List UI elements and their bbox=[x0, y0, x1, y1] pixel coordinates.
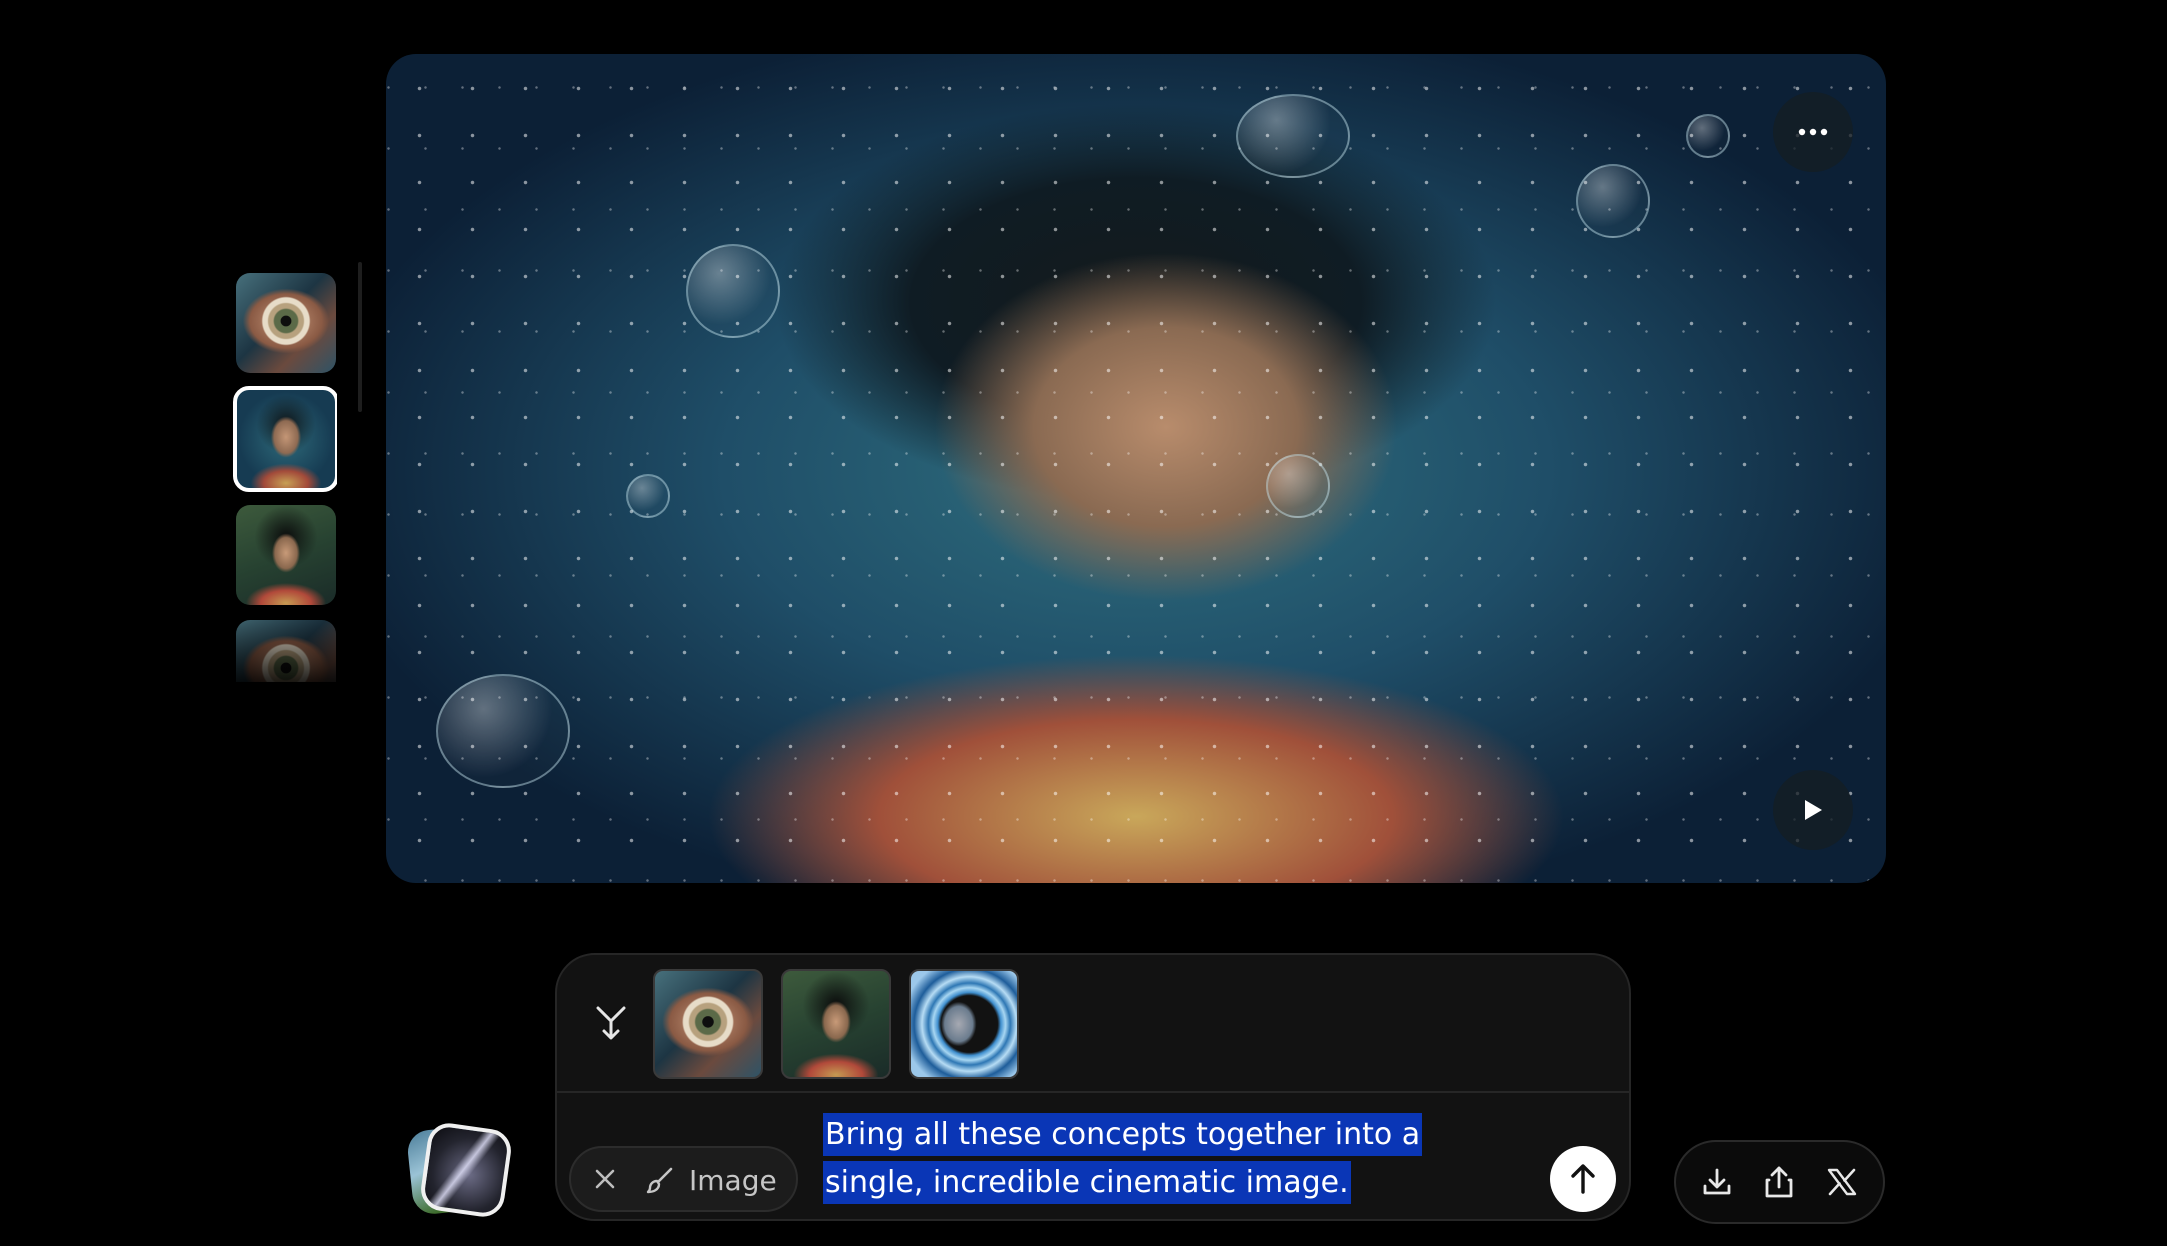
bubble bbox=[436, 674, 570, 788]
action-bar bbox=[1674, 1140, 1885, 1224]
play-icon bbox=[1805, 800, 1822, 820]
remove-mode-button[interactable] bbox=[589, 1163, 621, 1195]
main-preview-image[interactable] bbox=[386, 54, 1886, 883]
prompt-line-1: Bring all these concepts together into a bbox=[823, 1113, 1423, 1156]
rail-scrollbar[interactable] bbox=[358, 262, 362, 412]
reference-image-2[interactable] bbox=[781, 969, 891, 1079]
mode-chip: Image bbox=[569, 1146, 798, 1212]
reference-image-1[interactable] bbox=[653, 969, 763, 1079]
share-button[interactable] bbox=[1755, 1158, 1803, 1206]
bubble bbox=[1236, 94, 1350, 178]
history-thumbnail[interactable] bbox=[236, 505, 336, 605]
download-icon bbox=[1703, 1168, 1731, 1195]
close-icon bbox=[595, 1169, 615, 1189]
rail-fade bbox=[233, 610, 337, 682]
bubble bbox=[686, 244, 780, 338]
more-horizontal-icon bbox=[1798, 128, 1828, 136]
prompt-input[interactable]: Bring all these concepts together into a… bbox=[823, 1111, 1423, 1207]
share-icon bbox=[1766, 1166, 1793, 1198]
style-avatar-button[interactable] bbox=[405, 1120, 514, 1222]
play-button[interactable] bbox=[1773, 770, 1853, 850]
merge-icon bbox=[596, 1006, 626, 1040]
brush-icon bbox=[646, 1167, 673, 1194]
reference-image-3[interactable] bbox=[909, 969, 1019, 1079]
merge-references-button[interactable] bbox=[587, 999, 635, 1047]
mode-selector[interactable]: Image bbox=[645, 1162, 777, 1198]
app-page: Image Bring all these concepts together … bbox=[0, 0, 2167, 1246]
bubble bbox=[626, 474, 670, 518]
arrow-up-icon bbox=[1571, 1164, 1595, 1194]
prompt-line-2: single, incredible cinematic image. bbox=[823, 1161, 1351, 1204]
water-particles bbox=[386, 54, 1886, 883]
prompt-composer: Image Bring all these concepts together … bbox=[555, 953, 1631, 1221]
more-options-button[interactable] bbox=[1773, 92, 1853, 172]
history-rail[interactable] bbox=[233, 270, 337, 682]
send-button[interactable] bbox=[1550, 1146, 1616, 1212]
bubble bbox=[1266, 454, 1330, 518]
bubble bbox=[1686, 114, 1730, 158]
history-thumbnail[interactable] bbox=[236, 273, 336, 373]
bubble bbox=[1576, 164, 1650, 238]
x-logo-icon bbox=[1827, 1168, 1857, 1196]
style-avatar-front bbox=[418, 1120, 514, 1220]
share-to-x-button[interactable] bbox=[1818, 1158, 1866, 1206]
composer-divider bbox=[557, 1091, 1629, 1093]
history-thumbnail-selected[interactable] bbox=[233, 386, 337, 492]
download-button[interactable] bbox=[1693, 1158, 1741, 1206]
mode-label: Image bbox=[689, 1163, 777, 1197]
